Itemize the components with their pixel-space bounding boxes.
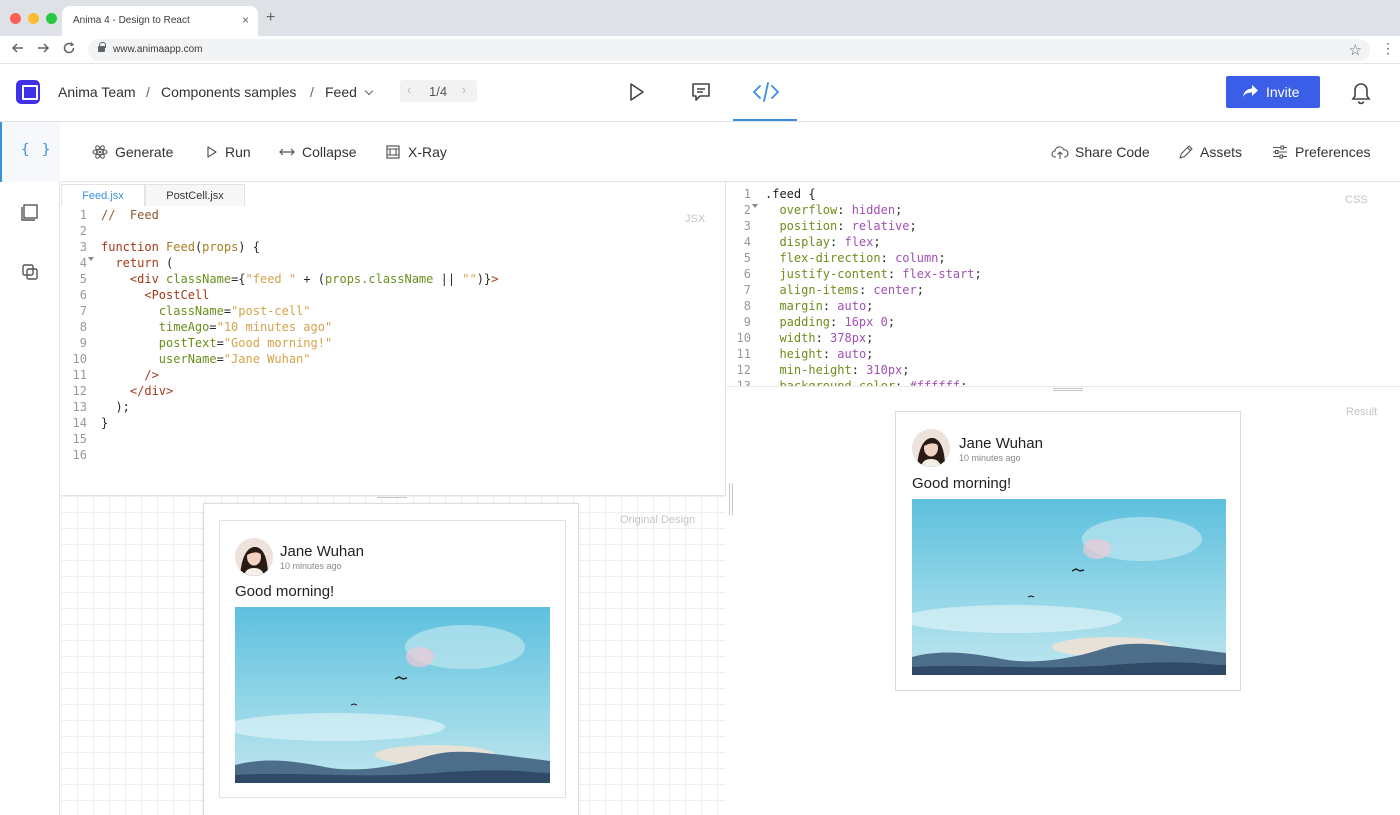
reload-icon[interactable] [62, 41, 76, 59]
css-editor[interactable]: CSS 1.feed { 2 overflow: hidden; 3 posit… [727, 182, 1400, 387]
rail-layers-button[interactable] [0, 182, 60, 242]
braces-icon: { } [21, 142, 52, 158]
play-outline-icon [206, 144, 218, 160]
minimize-window-button[interactable] [28, 13, 39, 24]
anima-logo-icon[interactable] [16, 80, 40, 104]
play-icon[interactable] [627, 81, 651, 103]
forward-arrow-icon[interactable] [36, 41, 50, 59]
splitter-grip[interactable] [377, 495, 407, 498]
copy-layers-icon [20, 262, 40, 282]
design-artboard: Jane Wuhan 10 minutes ago Good morning! [203, 503, 579, 815]
result-post-cell: Jane Wuhan 10 minutes ago Good morning! [895, 411, 1241, 691]
browser-tab[interactable]: Anima 4 - Design to React × [62, 6, 258, 36]
left-rail: { } [0, 122, 60, 815]
xray-label: X-Ray [408, 144, 447, 160]
generate-button[interactable]: Generate [92, 143, 182, 161]
preferences-button[interactable]: Preferences [1272, 143, 1376, 161]
preferences-label: Preferences [1295, 144, 1370, 160]
breadcrumb-separator: / [146, 84, 150, 100]
assets-label: Assets [1200, 144, 1242, 160]
avatar [912, 429, 950, 467]
css-code[interactable]: 1.feed { 2 overflow: hidden; 3 position:… [727, 186, 982, 387]
post-user-name: Jane Wuhan [280, 543, 364, 560]
post-image [912, 499, 1226, 675]
browser-menu-icon[interactable]: ⋮ [1381, 40, 1395, 57]
app-header: Anima Team / Components samples / Feed ‹… [0, 65, 1400, 122]
pager-text: 1/4 [429, 84, 447, 99]
screen-pager: ‹ 1/4 › [400, 80, 477, 102]
toolbar: Generate Run Collapse X-Ray Share Code A… [61, 122, 1400, 182]
invite-button[interactable]: Invite [1226, 76, 1320, 108]
post-text: Good morning! [235, 583, 334, 600]
vertical-splitter[interactable] [729, 483, 733, 515]
comment-icon[interactable] [690, 81, 714, 103]
original-design-canvas: Original Design Jane Wuhan 10 minutes ag… [61, 495, 726, 815]
invite-label: Invite [1266, 84, 1299, 100]
post-text: Good morning! [912, 475, 1011, 492]
url-field[interactable]: www.animaapp.com ☆ [88, 39, 1370, 61]
pager-next-icon[interactable]: › [462, 83, 466, 97]
code-icon[interactable] [752, 81, 780, 103]
url-text: www.animaapp.com [113, 44, 202, 55]
maximize-window-button[interactable] [46, 13, 57, 24]
chevron-down-icon[interactable] [365, 87, 373, 95]
browser-tab-strip: Anima 4 - Design to React × + [0, 0, 1400, 36]
post-time-ago: 10 minutes ago [280, 561, 342, 571]
post-image [235, 607, 550, 783]
horizontal-splitter[interactable] [727, 386, 1400, 394]
splitter-grip[interactable] [1053, 388, 1083, 391]
run-button[interactable]: Run [206, 143, 256, 161]
jsx-editor[interactable]: Feed.jsx PostCell.jsx JSX 1// Feed 2 3fu… [61, 182, 726, 495]
tab-feed-jsx[interactable]: Feed.jsx [61, 184, 145, 206]
frame-icon [20, 202, 40, 222]
result-label: Result [1346, 406, 1377, 418]
rail-components-button[interactable] [0, 242, 60, 302]
generate-label: Generate [115, 144, 173, 160]
sliders-icon [1272, 144, 1288, 160]
share-arrow-icon [1242, 84, 1259, 98]
double-arrow-icon [279, 144, 295, 160]
breadcrumb-separator: / [310, 84, 314, 100]
tab-postcell-jsx[interactable]: PostCell.jsx [145, 184, 245, 206]
avatar [235, 538, 273, 576]
breadcrumb-screen[interactable]: Feed [325, 84, 357, 100]
back-arrow-icon[interactable] [11, 41, 25, 59]
result-panel: Result Jane Wuhan 10 minutes ago Good mo… [727, 394, 1400, 815]
browser-tab-title: Anima 4 - Design to React [73, 15, 190, 26]
collapse-button[interactable]: Collapse [279, 143, 359, 161]
breadcrumb-project[interactable]: Components samples [161, 84, 296, 100]
run-label: Run [225, 144, 251, 160]
jsx-language-label: JSX [685, 213, 705, 225]
share-code-button[interactable]: Share Code [1051, 143, 1151, 161]
rail-code-button[interactable]: { } [0, 122, 60, 182]
tab-close-icon[interactable]: × [242, 13, 249, 27]
react-atom-icon [92, 144, 108, 160]
post-user-name: Jane Wuhan [959, 435, 1043, 452]
lock-icon [98, 46, 105, 52]
collapse-label: Collapse [302, 144, 356, 160]
share-code-label: Share Code [1075, 144, 1150, 160]
xray-button[interactable]: X-Ray [385, 143, 451, 161]
design-post-cell[interactable]: Jane Wuhan 10 minutes ago Good morning! [219, 520, 566, 798]
xray-frame-icon [385, 144, 401, 160]
pen-icon [1178, 144, 1194, 160]
original-design-label: Original Design [620, 514, 695, 526]
cloud-upload-icon [1051, 144, 1069, 160]
address-bar-row: www.animaapp.com ☆ ⋮ [0, 36, 1400, 64]
close-window-button[interactable] [10, 13, 21, 24]
breadcrumb-team[interactable]: Anima Team [58, 84, 136, 100]
post-time-ago: 10 minutes ago [959, 453, 1021, 463]
pager-prev-icon[interactable]: ‹ [407, 83, 411, 97]
jsx-code[interactable]: 1// Feed 2 3function Feed(props) { 4 ret… [61, 207, 498, 463]
bell-icon[interactable] [1350, 81, 1372, 110]
css-language-label: CSS [1345, 194, 1368, 206]
code-tab-indicator [733, 119, 797, 121]
assets-button[interactable]: Assets [1178, 143, 1248, 161]
new-tab-button[interactable]: + [266, 10, 275, 26]
bookmark-star-icon[interactable]: ☆ [1349, 41, 1362, 59]
